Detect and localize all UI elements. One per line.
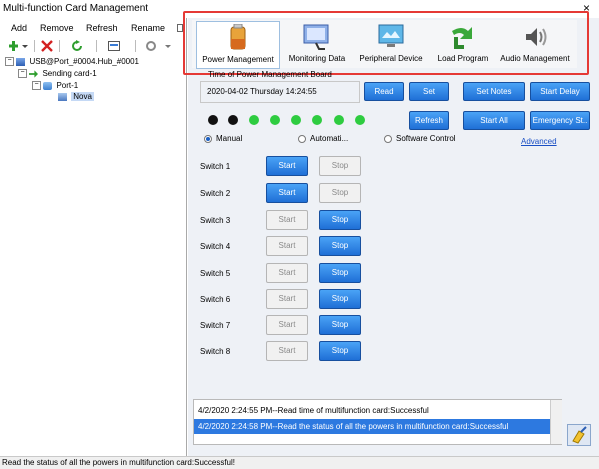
status-indicator-5	[291, 115, 301, 125]
manual-label: Manual	[216, 134, 243, 143]
status-indicator-3	[249, 115, 259, 125]
switch-8-start-button[interactable]: Start	[266, 341, 308, 361]
arrow-right-icon	[29, 70, 39, 78]
broom-icon	[572, 426, 587, 444]
status-indicator-4	[270, 115, 280, 125]
toolbar-separator	[135, 40, 136, 52]
log-scrollbar[interactable]	[550, 400, 562, 444]
toolbar-separator	[34, 40, 35, 52]
software-control-label: Software Control	[396, 134, 456, 143]
switch-label: Switch 8	[200, 347, 231, 356]
switch-2-stop-button[interactable]: Stop	[319, 183, 361, 203]
switch-label: Switch 6	[200, 295, 231, 304]
rename-icon[interactable]	[108, 40, 122, 52]
switch-1-start-button[interactable]: Start	[266, 156, 308, 176]
tree-sending-card[interactable]: − Sending card-1	[18, 69, 97, 79]
refresh-icon[interactable]	[71, 40, 83, 52]
port-icon	[43, 81, 53, 90]
start-all-button[interactable]: Start All	[463, 111, 525, 130]
toolbar-separator	[59, 40, 60, 52]
log-list[interactable]: 4/2/2020 2:24:55 PM--Read time of multif…	[193, 399, 562, 445]
switch-label: Switch 4	[200, 242, 231, 251]
datetime-field: 2020-04-02 Thursday 14:24:55	[200, 81, 360, 103]
delete-icon[interactable]	[41, 40, 53, 52]
device-tree-pane	[0, 18, 187, 456]
switch-2-start-button[interactable]: Start	[266, 183, 308, 203]
automatic-label: Automati...	[310, 134, 349, 143]
switch-3-stop-button[interactable]: Stop	[319, 210, 361, 230]
set-button[interactable]: Set	[409, 82, 449, 101]
software-control-radio[interactable]	[384, 135, 392, 143]
advanced-link[interactable]: Advanced	[521, 137, 557, 146]
clear-log-button[interactable]	[567, 424, 591, 446]
refresh-button[interactable]: Refresh	[409, 111, 449, 130]
add-icon[interactable]	[9, 40, 31, 52]
switch-5-stop-button[interactable]: Stop	[319, 263, 361, 283]
switch-label: Switch 1	[200, 162, 231, 171]
window-title: Multi-function Card Management	[3, 3, 149, 14]
automatic-radio[interactable]	[298, 135, 306, 143]
tree-root-label: USB@Port_#0004.Hub_#0001	[29, 57, 139, 66]
status-indicator-2	[228, 115, 238, 125]
tree-device-nova[interactable]: Nova	[58, 92, 94, 101]
status-indicator-6	[312, 115, 322, 125]
switch-5-start-button[interactable]: Start	[266, 263, 308, 283]
status-text: Read the status of all the powers in mul…	[2, 458, 236, 467]
switch-4-start-button[interactable]: Start	[266, 236, 308, 256]
tree-root[interactable]: − USB@Port_#0004.Hub_#0001	[5, 57, 139, 67]
menu-rename[interactable]: Rename	[131, 23, 165, 33]
status-bar: Read the status of all the powers in mul…	[0, 456, 599, 469]
switch-label: Switch 7	[200, 321, 231, 330]
switch-6-start-button[interactable]: Start	[266, 289, 308, 309]
read-button[interactable]: Read	[364, 82, 404, 101]
tree-port[interactable]: − Port-1	[32, 81, 79, 91]
log-line-selected[interactable]: 4/2/2020 2:24:58 PM--Read the status of …	[194, 419, 550, 434]
switch-1-stop-button[interactable]: Stop	[319, 156, 361, 176]
menu-add[interactable]: Add	[11, 23, 27, 33]
tree-device-label: Nova	[71, 92, 94, 101]
switch-6-stop-button[interactable]: Stop	[319, 289, 361, 309]
tree-port-label: Port-1	[56, 81, 79, 90]
switch-3-start-button[interactable]: Start	[266, 210, 308, 230]
toolbar-separator	[96, 40, 97, 52]
status-indicator-7	[334, 115, 344, 125]
switch-7-stop-button[interactable]: Stop	[319, 315, 361, 335]
menu-remove[interactable]: Remove	[40, 23, 74, 33]
switch-label: Switch 2	[200, 189, 231, 198]
tree-sending-card-label: Sending card-1	[42, 69, 97, 78]
switch-7-start-button[interactable]: Start	[266, 315, 308, 335]
switch-4-stop-button[interactable]: Stop	[319, 236, 361, 256]
device-icon	[58, 92, 67, 101]
switch-label: Switch 5	[200, 269, 231, 278]
switch-8-stop-button[interactable]: Stop	[319, 341, 361, 361]
section-title: Time of Power Management Board	[208, 70, 332, 79]
set-notes-button[interactable]: Set Notes	[463, 82, 525, 101]
log-line[interactable]: 4/2/2020 2:24:55 PM--Read time of multif…	[194, 403, 550, 418]
start-delay-button[interactable]: Start Delay	[530, 82, 590, 101]
status-indicator-1	[208, 115, 218, 125]
highlight-frame	[183, 11, 589, 75]
manual-radio[interactable]	[204, 135, 212, 143]
settings-icon[interactable]	[145, 40, 171, 52]
emergency-stop-button[interactable]: Emergency St..	[530, 111, 590, 130]
menu-refresh[interactable]: Refresh	[86, 23, 118, 33]
switch-label: Switch 3	[200, 216, 231, 225]
status-indicator-8	[355, 115, 365, 125]
usb-icon	[16, 57, 26, 66]
